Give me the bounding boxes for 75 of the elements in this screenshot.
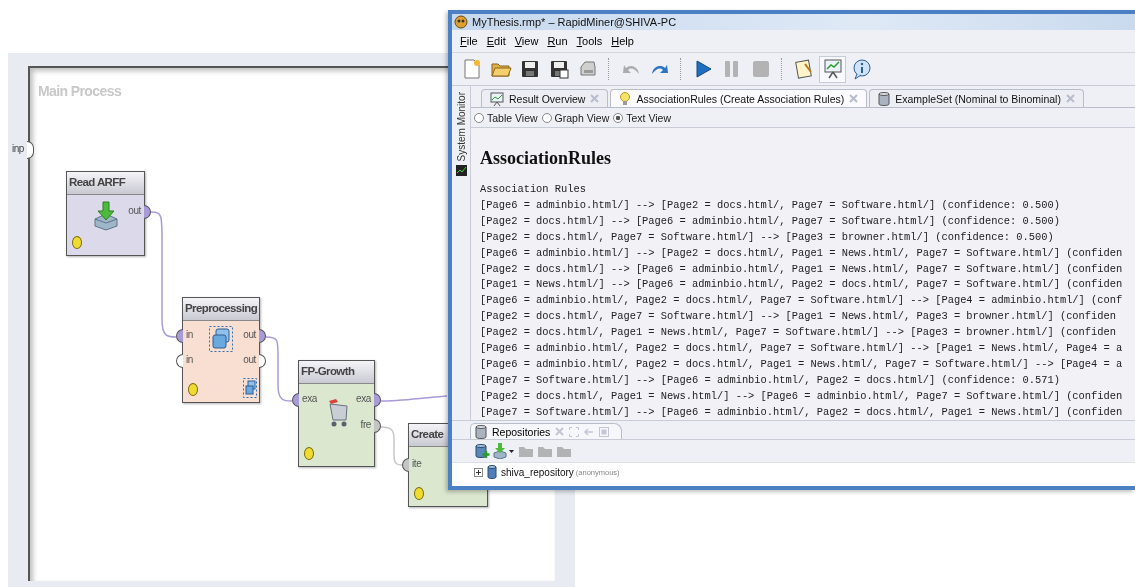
rule-line: [Page6 = adminbio.html/, Page2 = docs.html/, Page1 = News.html/, Page7 = Software.html/] --> [Page4 = a — [480, 356, 1123, 372]
status-light-icon — [414, 487, 424, 500]
database-icon — [878, 91, 891, 106]
rule-line: [Page2 = docs.html/] --> [Page6 = adminbio.html/, Page1 = News.html/, Page7 = Software.html/] (confiden — [480, 261, 1123, 277]
monitor-icon — [455, 165, 467, 177]
menu-item[interactable]: Tools — [576, 35, 603, 47]
port-label: inp — [12, 143, 24, 154]
database-icon — [487, 465, 497, 479]
port-label: out — [243, 329, 256, 340]
menu-item[interactable]: View — [514, 35, 539, 47]
rule-line: [Page7 = Software.html/] --> [Page6 = adminbio.html/, Page2 = docs.html/, Page1 = News.html/] (confiden — [480, 404, 1123, 420]
operator-title: Preprocessing — [185, 302, 258, 314]
results-button[interactable] — [819, 55, 846, 83]
operator-title: Create — [411, 428, 444, 440]
rule-line: [Page6 = adminbio.html/] --> [Page2 = docs.html/, Page7 = Software.html/] (confidence: 0.500) — [480, 197, 1060, 213]
side-tab[interactable]: System Monitor — [455, 92, 467, 162]
status-light-icon — [304, 447, 314, 460]
menu-item[interactable]: Help — [611, 35, 634, 47]
import-icon — [93, 201, 119, 231]
info-icon — [850, 58, 873, 80]
input-port[interactable] — [27, 141, 34, 159]
rule-line: [Page6 = adminbio.html/, Page2 = docs.html/, Page7 = Software.html/] --> [Page4 = adminbio.html/] (conf — [480, 293, 1123, 309]
add-button[interactable] — [474, 443, 490, 459]
rule-line: [Page6 = adminbio.html/] --> [Page2 = docs.html/, Page1 = News.html/, Page7 = Software.html/] (confiden — [480, 245, 1123, 261]
rule-line: [Page7 = Software.html/] --> [Page6 = adminbio.html/, Page2 = docs.html/] (confidence: 0.571) — [480, 372, 1060, 388]
operator-title: FP-Growth — [301, 365, 355, 377]
port-label: ite — [412, 458, 422, 469]
windows-icon — [243, 378, 257, 398]
result-tab[interactable]: AssociationRules (Create Association Rules) — [610, 89, 868, 107]
app-logo-icon — [454, 15, 468, 29]
database-add-icon — [474, 443, 490, 459]
view-radio[interactable]: Text View — [613, 111, 671, 124]
connector-line — [265, 336, 293, 402]
port-label: exa — [302, 393, 317, 404]
chart-icon — [490, 91, 504, 106]
port-label: in — [186, 329, 193, 340]
rule-line: [Page2 = docs.html/, Page1 = News.html/] --> [Page6 = adminbio.html/, Page7 = Software.html/] (confiden — [480, 388, 1123, 404]
rule-line: [Page2 = docs.html/, Page7 = Software.html/] --> [Page3 = browner.html/] (confidence: 0.500) — [480, 229, 1054, 245]
operator-title: Read ARFF — [69, 176, 126, 188]
menu-item[interactable]: Run — [547, 35, 568, 47]
rule-line: [Page1 = News.html/] --> [Page6 = adminbio.html/, Page2 = docs.html/, Page7 = Software.html/] (confiden — [480, 277, 1123, 293]
result-heading: AssociationRules — [480, 148, 612, 169]
expand-icon[interactable] — [474, 467, 483, 477]
status-light-icon — [72, 236, 82, 249]
view-radio[interactable]: Table View — [474, 111, 538, 124]
port-label: out — [128, 205, 141, 216]
rule-line: [Page2 = docs.html/, Page1 = News.html/, Page7 = Software.html/] --> [Page3 = browner.html/] (confiden — [480, 325, 1116, 341]
repository-item[interactable]: shiva_repository — [501, 466, 574, 478]
database-icon — [475, 424, 487, 439]
view-radio[interactable]: Graph View — [541, 111, 610, 124]
result-subheading: Association Rules — [480, 182, 586, 197]
rule-line: [Page6 = adminbio.html/, Page2 = docs.html/, Page7 = Software.html/] --> [Page1 = News.html/, Page4 = a — [480, 341, 1123, 357]
menu-item[interactable]: File — [460, 35, 478, 47]
chart-icon — [821, 58, 844, 80]
operator-node[interactable]: FP-Growth exa exa fre — [298, 360, 375, 467]
window-title: MyThesis.rmp* – RapidMiner@SHIVA-PC — [472, 16, 677, 28]
cart-icon — [327, 398, 351, 428]
port-label: out — [243, 354, 256, 365]
import-button[interactable] — [493, 443, 515, 459]
import-icon — [493, 443, 515, 459]
port-label: exa — [356, 393, 371, 404]
port-label: fre — [360, 419, 371, 430]
menu-item[interactable]: Edit — [486, 35, 506, 47]
port-label: in — [186, 354, 193, 365]
operator-node[interactable]: Preprocessing in in out out — [182, 297, 260, 403]
lightbulb-icon — [619, 91, 632, 106]
result-tab[interactable]: ExampleSet (Nominal to Binominal) — [869, 89, 1084, 107]
connector-line — [380, 426, 403, 466]
result-tab[interactable]: Result Overview — [481, 89, 609, 107]
rule-line: [Page2 = docs.html/, Page7 = Software.html/] --> [Page1 = News.html/, Page3 = browner.html/] (confiden — [480, 309, 1116, 325]
operator-node[interactable]: Read ARFF out — [66, 171, 145, 256]
windows-icon — [209, 326, 233, 352]
status-light-icon — [188, 383, 198, 396]
rule-line: [Page2 = docs.html/] --> [Page6 = adminbio.html/, Page7 = Software.html/] (confidence: 0.500) — [480, 213, 1060, 229]
connector-line — [380, 395, 448, 402]
